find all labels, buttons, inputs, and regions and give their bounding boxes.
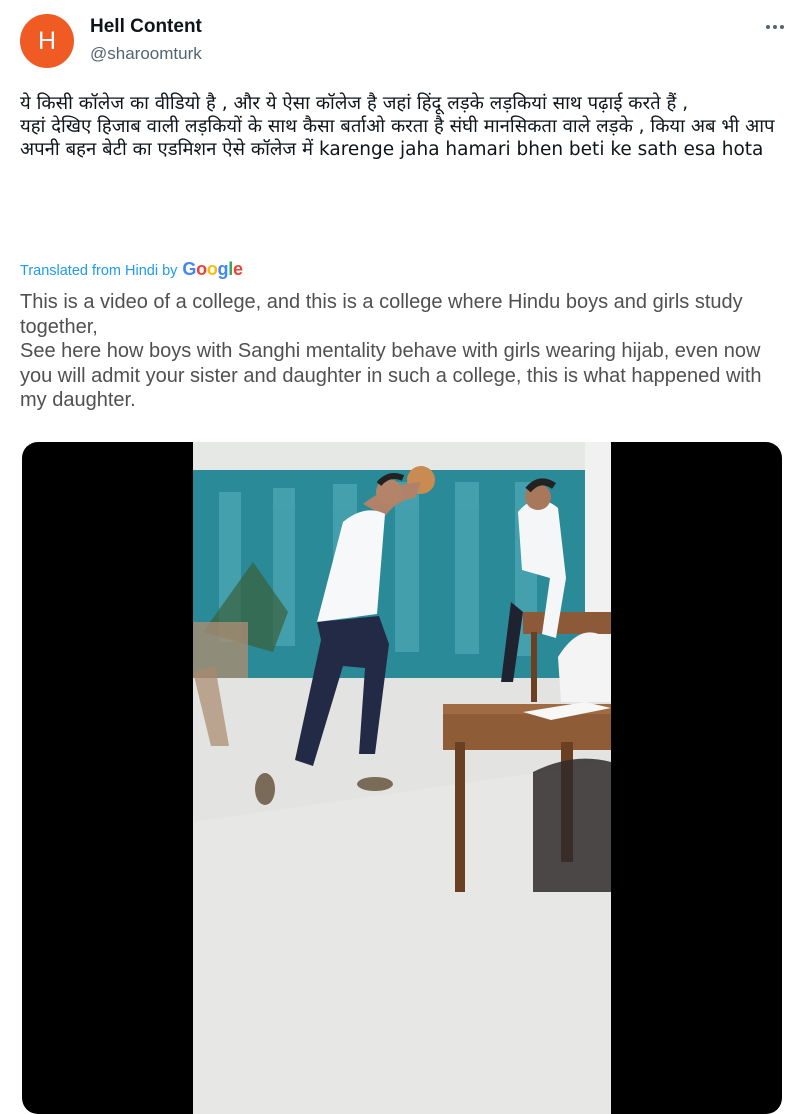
classroom-scene: [193, 442, 611, 1114]
tweet-card: H Hell Content @sharoomturk ये किसी कॉले…: [0, 0, 800, 1114]
more-options-icon[interactable]: [760, 14, 790, 40]
translation-attribution[interactable]: Translated from Hindi by Google: [20, 259, 243, 280]
tweet-text-translated: This is a video of a college, and this i…: [20, 290, 785, 413]
translated-line: This is a video of a college, and this i…: [20, 291, 743, 338]
translated-line: See here how boys with Sanghi mentality …: [20, 340, 762, 411]
video-frame: [193, 442, 611, 1114]
tweet-video[interactable]: [22, 442, 782, 1114]
tweet-text-original: ये किसी कॉलेज का वीडियो है , और ये ऐसा क…: [20, 92, 780, 161]
avatar-letter: H: [37, 26, 57, 55]
tweet-text-line: ये किसी कॉलेज का वीडियो है , और ये ऐसा क…: [20, 93, 689, 114]
avatar[interactable]: H: [20, 14, 74, 68]
google-logo: Google: [182, 259, 243, 279]
author-name[interactable]: Hell Content: [90, 16, 202, 38]
tweet-header: H Hell Content @sharoomturk: [20, 14, 790, 70]
translation-label: Translated from Hindi by: [20, 263, 178, 279]
author-handle[interactable]: @sharoomturk: [90, 44, 202, 64]
tweet-text-line: यहां देखिए हिजाब वाली लड़कियों के साथ कै…: [20, 116, 775, 160]
